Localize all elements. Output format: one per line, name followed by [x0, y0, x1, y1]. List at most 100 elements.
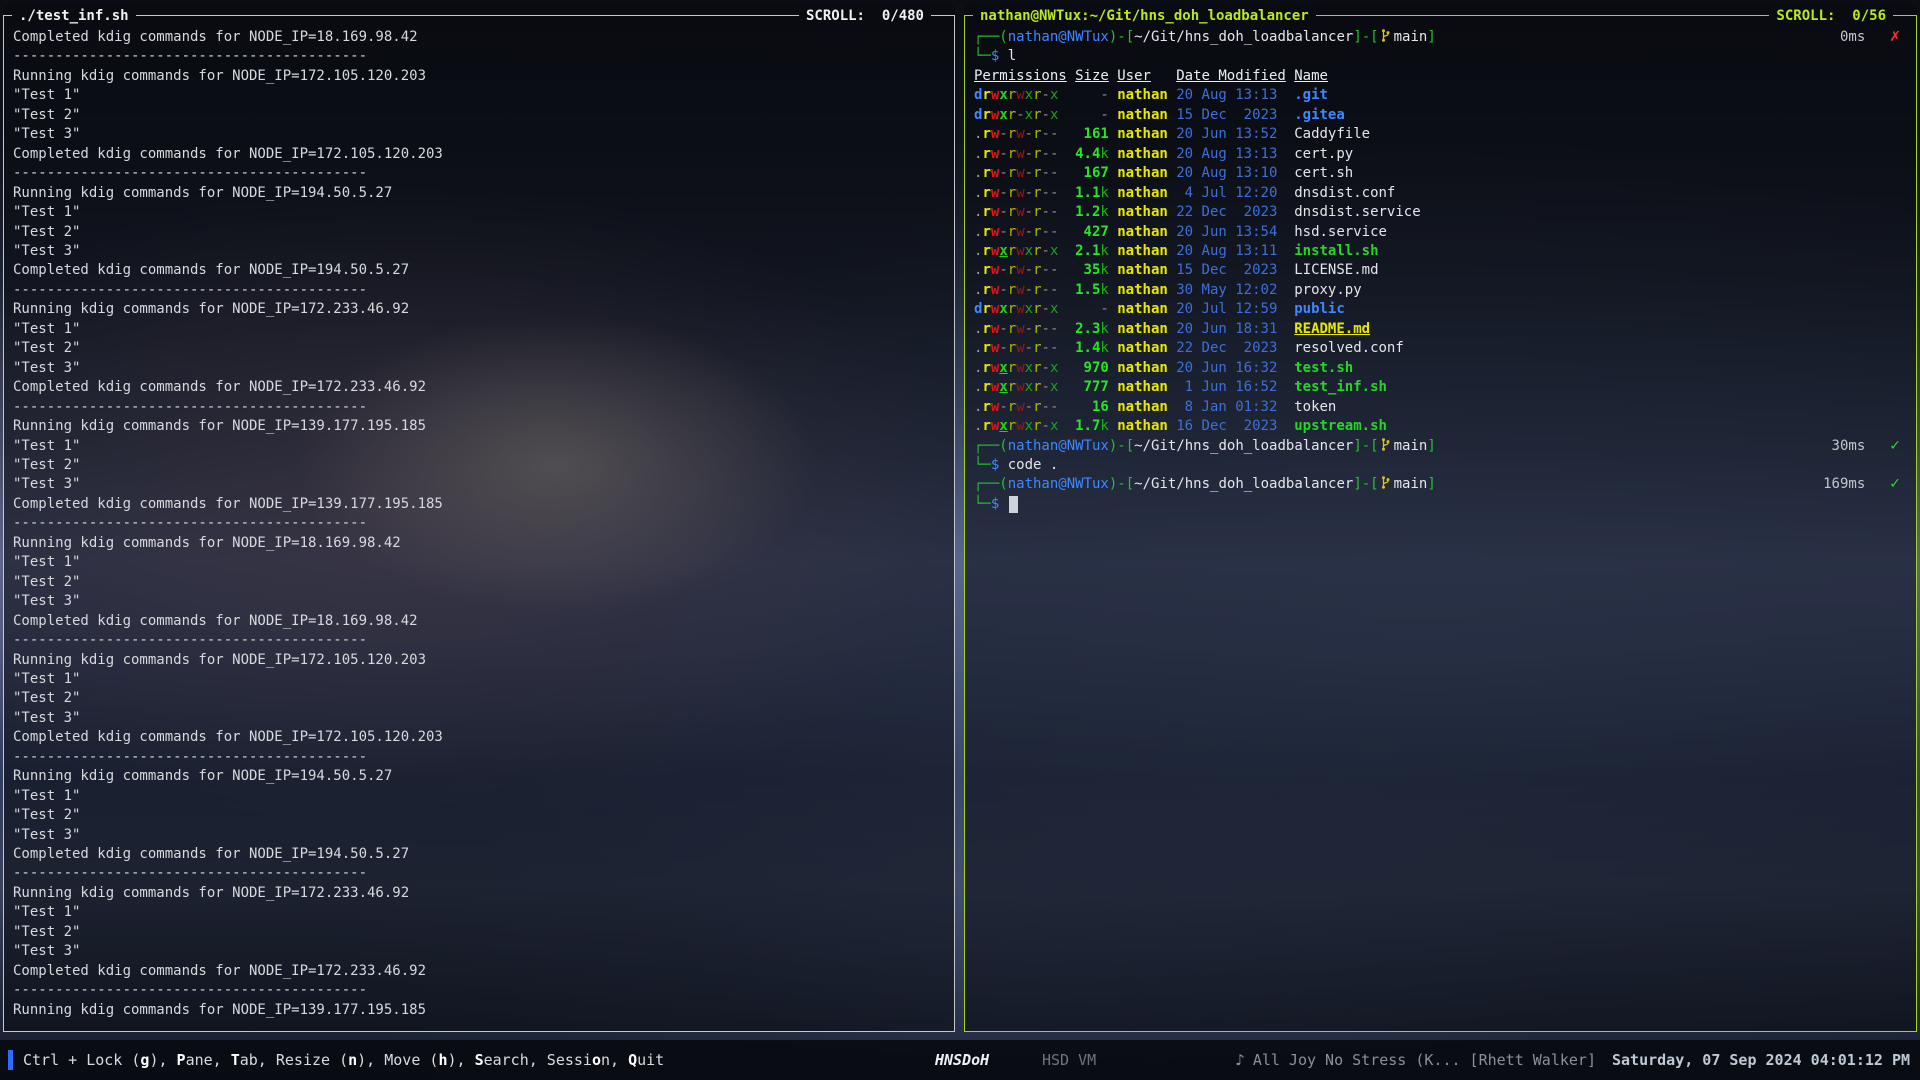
- command-failed-icon: ✗: [1889, 28, 1901, 47]
- terminal-output-line: "Test 1": [13, 787, 949, 806]
- terminal-output-line: Completed kdig commands for NODE_IP=18.1…: [13, 612, 949, 631]
- file-name: .gitea: [1294, 107, 1345, 123]
- git-branch-icon: [1380, 437, 1391, 452]
- file-date-modified: 22 Dec 2023: [1176, 203, 1286, 222]
- terminal-output-line: "Test 3": [13, 359, 949, 378]
- right-pane-content: ┌──(nathan@NWTux)-[~/Git/hns_doh_loadbal…: [964, 26, 1917, 1032]
- terminal-output-line: "Test 1": [13, 553, 949, 572]
- prompt-context: ┌──(nathan@NWTux)-[~/Git/hns_doh_loadbal…: [974, 437, 1436, 456]
- file-row: drwxrwxr-x-nathan20 Aug 13:13.git: [974, 86, 1911, 105]
- terminal-output-line: Completed kdig commands for NODE_IP=172.…: [13, 145, 949, 164]
- command-duration: 169ms✓: [1823, 475, 1911, 494]
- file-owner: nathan: [1117, 145, 1168, 164]
- scroll-indicator: SCROLL: 0/480: [799, 8, 931, 24]
- file-size: -: [1075, 300, 1109, 319]
- file-owner: nathan: [1117, 281, 1168, 300]
- file-date-modified: 8 Jan 01:32: [1176, 398, 1286, 417]
- music-note-icon: ♪: [1235, 1051, 1245, 1069]
- file-size: 1.2k: [1075, 203, 1109, 222]
- file-row: .rw-rw-r--1.4knathan22 Dec 2023resolved.…: [974, 339, 1911, 358]
- border-segment: [931, 15, 955, 16]
- file-owner: nathan: [1117, 339, 1168, 358]
- file-date-modified: 4 Jul 12:20: [1176, 184, 1286, 203]
- file-permissions: .rw-rw-r--: [974, 125, 1067, 144]
- terminal-output-line: "Test 1": [13, 203, 949, 222]
- prompt-path: ~/Git/hns_doh_loadbalancer: [1134, 438, 1353, 454]
- terminal-output-line: "Test 3": [13, 125, 949, 144]
- file-owner: nathan: [1117, 417, 1168, 436]
- file-date-modified: 20 Aug 13:13: [1176, 86, 1286, 105]
- now-playing: All Joy No Stress (K... [Rhett Walker]: [1253, 1051, 1596, 1069]
- file-row: .rw-rw-r--1.2knathan22 Dec 2023dnsdist.s…: [974, 203, 1911, 222]
- file-name: Caddyfile: [1294, 126, 1370, 142]
- file-name: dnsdist.conf: [1294, 185, 1395, 201]
- typed-command: code .: [1008, 456, 1059, 475]
- file-permissions: drwxrwxr-x: [974, 300, 1067, 319]
- terminal-output-line: Running kdig commands for NODE_IP=172.10…: [13, 67, 949, 86]
- file-date-modified: 20 Jun 16:32: [1176, 359, 1286, 378]
- terminal-output-line: Completed kdig commands for NODE_IP=194.…: [13, 845, 949, 864]
- terminal-output-line: "Test 1": [13, 320, 949, 339]
- terminal-output-line: Running kdig commands for NODE_IP=18.169…: [13, 534, 949, 553]
- prompt-user-host: nathan@NWTux: [1008, 476, 1109, 492]
- prompt-command-line: └─$ code .: [974, 456, 1911, 475]
- prompt-path: ~/Git/hns_doh_loadbalancer: [1134, 29, 1353, 45]
- file-size: 1.5k: [1075, 281, 1109, 300]
- terminal-output-line: Running kdig commands for NODE_IP=139.17…: [13, 1001, 949, 1020]
- file-row: .rw-rw-r--4.4knathan20 Aug 13:13cert.py: [974, 145, 1911, 164]
- file-size: 161: [1075, 125, 1109, 144]
- terminal-output-line: ----------------------------------------…: [13, 398, 949, 417]
- file-date-modified: 20 Aug 13:10: [1176, 164, 1286, 183]
- file-row: .rw-rw-r--1.1knathan 4 Jul 12:20dnsdist.…: [974, 184, 1911, 203]
- file-permissions: .rw-rw-r--: [974, 339, 1067, 358]
- terminal-output-line: Completed kdig commands for NODE_IP=172.…: [13, 728, 949, 747]
- file-name: cert.py: [1294, 146, 1353, 162]
- terminal-output-line: "Test 1": [13, 86, 949, 105]
- file-date-modified: 20 Jul 12:59: [1176, 300, 1286, 319]
- file-row: .rw-rw-r--427nathan20 Jun 13:54hsd.servi…: [974, 223, 1911, 242]
- file-name: proxy.py: [1294, 282, 1361, 298]
- file-name: .git: [1294, 87, 1328, 103]
- terminal-output-line: Completed kdig commands for NODE_IP=139.…: [13, 495, 949, 514]
- file-permissions: .rw-rw-r--: [974, 223, 1067, 242]
- terminal-output-line: ----------------------------------------…: [13, 864, 949, 883]
- pane-shell[interactable]: nathan@NWTux:~/Git/hns_doh_loadbalancer …: [964, 5, 1917, 1032]
- left-pane-content: Completed kdig commands for NODE_IP=18.1…: [3, 26, 955, 1032]
- file-name: test_inf.sh: [1294, 379, 1387, 395]
- border-segment: [964, 15, 973, 16]
- file-size: 167: [1075, 164, 1109, 183]
- terminal-output-line: ----------------------------------------…: [13, 47, 949, 66]
- file-permissions: drwxr-xr-x: [974, 106, 1067, 125]
- file-date-modified: 20 Jun 13:54: [1176, 223, 1286, 242]
- git-branch-icon: [1380, 475, 1391, 490]
- pane-test-inf-script[interactable]: ./test_inf.sh SCROLL: 0/480 Completed kd…: [3, 5, 955, 1032]
- terminal-output-line: ----------------------------------------…: [13, 981, 949, 1000]
- prompt-user-host: nathan@NWTux: [1008, 438, 1109, 454]
- terminal-output-line: "Test 1": [13, 903, 949, 922]
- prompt-header-line: ┌──(nathan@NWTux)-[~/Git/hns_doh_loadbal…: [974, 475, 1911, 494]
- file-permissions: .rw-rw-r--: [974, 164, 1067, 183]
- file-permissions: .rwxrwxr-x: [974, 359, 1067, 378]
- terminal-output-line: "Test 3": [13, 942, 949, 961]
- clock: Saturday, 07 Sep 2024 04:01:12 PM: [1612, 1051, 1910, 1069]
- terminal-output-line: ----------------------------------------…: [13, 164, 949, 183]
- file-permissions: .rwxrwxr-x: [974, 417, 1067, 436]
- file-owner: nathan: [1117, 106, 1168, 125]
- pane-top-border: ./test_inf.sh SCROLL: 0/480: [3, 5, 955, 26]
- status-right: ♪ All Joy No Stress (K... [Rhett Walker]…: [1235, 1051, 1910, 1069]
- terminal-output-line: Running kdig commands for NODE_IP=194.50…: [13, 767, 949, 786]
- file-row: .rw-rw-r--35knathan15 Dec 2023LICENSE.md: [974, 261, 1911, 280]
- file-name: README.md: [1294, 321, 1370, 337]
- file-name: public: [1294, 301, 1345, 317]
- terminal-output-line: Running kdig commands for NODE_IP=172.23…: [13, 300, 949, 319]
- scroll-indicator: SCROLL: 0/56: [1769, 8, 1893, 24]
- file-size: 1.4k: [1075, 339, 1109, 358]
- terminal-output-line: "Test 3": [13, 709, 949, 728]
- file-row: .rwxrwxr-x1.7knathan16 Dec 2023upstream.…: [974, 417, 1911, 436]
- terminal-cursor[interactable]: [1009, 496, 1018, 513]
- terminal-output-line: "Test 2": [13, 689, 949, 708]
- file-owner: nathan: [1117, 86, 1168, 105]
- terminal-output-line: "Test 2": [13, 806, 949, 825]
- file-permissions: .rw-rw-r--: [974, 145, 1067, 164]
- file-row: drwxrwxr-x-nathan20 Jul 12:59public: [974, 300, 1911, 319]
